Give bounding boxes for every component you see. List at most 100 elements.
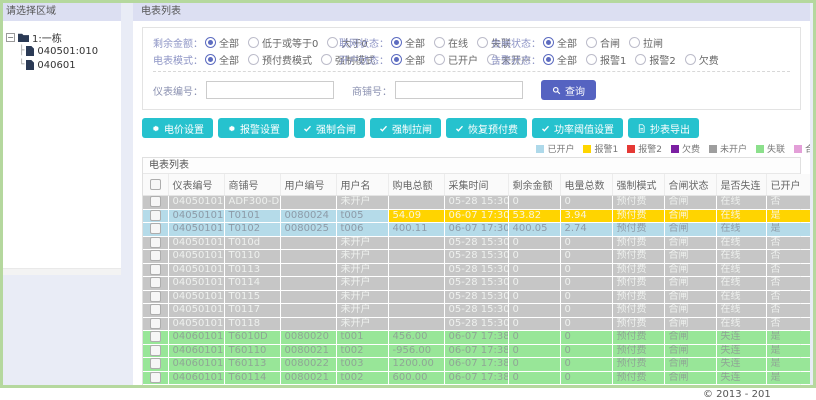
radio-icon[interactable] (327, 37, 339, 48)
row-checkbox[interactable] (149, 371, 161, 383)
radio-option[interactable]: 全部 (543, 35, 577, 50)
radio-option[interactable]: 报警1 (586, 52, 626, 67)
action-button-1[interactable]: 报警设置 (218, 118, 289, 138)
radio-option[interactable]: 全部 (391, 52, 425, 67)
tree-connector: ├ (19, 46, 25, 56)
table-row[interactable]: 0405010118T0118未开户05-28 15:30:0000预付费合闸在… (143, 317, 810, 331)
filter-group-2: 合闸状态： 全部 合闸 拉闸 (491, 35, 672, 50)
radio-selected-icon[interactable] (543, 37, 554, 48)
table-cell: 05-28 15:30:00 (444, 303, 509, 318)
row-checkbox[interactable] (149, 344, 161, 356)
select-all-checkbox[interactable] (149, 178, 161, 190)
radio-option[interactable]: 报警2 (635, 52, 676, 67)
table-cell: 0 (508, 236, 561, 250)
tree-node-root[interactable]: − 1:一栋 (6, 30, 118, 45)
shop-no-input[interactable] (395, 81, 523, 99)
table-row[interactable]: 0405010117T0117未开户05-28 15:30:0000预付费合闸在… (143, 303, 810, 318)
row-checkbox[interactable] (149, 223, 161, 234)
radio-option[interactable]: 欠费 (684, 52, 719, 67)
table-row[interactable]: 0405010102T01020080025t006400.1106-07 17… (143, 222, 810, 237)
radio-option[interactable]: 全部 (543, 52, 577, 67)
table-row[interactable]: 0405010114T0114未开户05-28 15:30:0000预付费合闸在… (143, 276, 810, 291)
row-checkbox[interactable] (149, 304, 161, 315)
query-button-label: 查询 (565, 86, 585, 98)
table-cell: 3.94 (560, 209, 613, 223)
filter-group-label: 电表模式： (153, 56, 203, 67)
radio-option[interactable]: 预付费模式 (248, 52, 312, 67)
legend-label: 合闸 (805, 142, 810, 155)
row-checkbox-cell (143, 209, 169, 223)
row-checkbox[interactable] (149, 317, 161, 329)
radio-option[interactable]: 全部 (391, 35, 425, 50)
table-cell: T0110 (224, 249, 281, 264)
table-row[interactable]: 0405010113T0113未开户05-28 15:30:0000预付费合闸在… (143, 263, 810, 277)
table-cell: 0 (560, 371, 613, 385)
table-cell: T6010D (224, 330, 281, 345)
radio-icon[interactable] (629, 37, 640, 48)
query-button[interactable]: 查询 (541, 80, 596, 100)
table-cell: 预付费 (612, 195, 665, 210)
row-checkbox[interactable] (149, 263, 161, 275)
row-checkbox[interactable] (149, 358, 161, 369)
filter-group-label: 开户状态： (339, 56, 389, 67)
radio-option[interactable]: 低于或等于0 (248, 35, 318, 50)
tree-node-child[interactable]: ├ 040501:010 (6, 44, 118, 58)
table-cell (388, 290, 445, 304)
radio-selected-icon[interactable] (205, 54, 216, 65)
table-row[interactable]: 0406010114T601140080021t002600.0006-07 1… (143, 371, 810, 385)
action-button-2[interactable]: 强制合闸 (294, 118, 365, 138)
radio-icon[interactable] (684, 54, 696, 65)
radio-selected-icon[interactable] (543, 54, 554, 65)
table-cell: 0405010115 (168, 290, 225, 304)
radio-selected-icon[interactable] (391, 37, 402, 48)
radio-icon[interactable] (635, 54, 647, 65)
table-row[interactable]: 0406010115T601150080023t0042444.0006-07 … (143, 384, 810, 385)
row-checkbox[interactable] (149, 290, 161, 302)
radio-icon[interactable] (586, 54, 597, 65)
gear-icon (227, 124, 236, 133)
tree-node-child[interactable]: └ 040601 (6, 58, 118, 72)
radio-icon[interactable] (321, 54, 332, 65)
meter-no-input[interactable] (206, 81, 334, 99)
radio-option[interactable]: 在线 (434, 35, 468, 50)
row-checkbox[interactable] (149, 209, 161, 221)
tree-collapse-icon[interactable]: − (6, 32, 15, 42)
table-row[interactable]: 0405010101T01010080024t00554.0906-07 17:… (143, 209, 810, 223)
table-cell: 否 (766, 290, 810, 304)
radio-icon[interactable] (248, 37, 259, 48)
table-row[interactable]: 0406010110T601100080021t002-956.0006-07 … (143, 344, 810, 358)
radio-icon[interactable] (477, 37, 488, 48)
radio-option[interactable]: 全部 (205, 52, 239, 67)
table-row[interactable]: 0405010115T0115未开户05-28 15:30:0000预付费合闸在… (143, 290, 810, 304)
table-row[interactable]: 040601010DT6010D0080020t001456.0006-07 1… (143, 330, 810, 345)
action-button-4[interactable]: 恢复预付费 (446, 118, 527, 138)
table-row[interactable]: 0406010113T601130080022t0031200.0006-07 … (143, 357, 810, 372)
radio-option[interactable]: 合闸 (586, 35, 620, 50)
table-cell: t003 (336, 357, 389, 372)
radio-option[interactable]: 拉闸 (629, 35, 663, 50)
table-cell: 0080023 (280, 384, 337, 385)
row-checkbox[interactable] (149, 196, 161, 207)
radio-icon[interactable] (586, 37, 597, 48)
row-checkbox[interactable] (149, 331, 161, 342)
action-button-0[interactable]: 电价设置 (142, 118, 213, 138)
radio-option[interactable]: 全部 (205, 35, 239, 50)
table-row[interactable]: 0405010110T0110未开户05-28 15:30:0000预付费合闸在… (143, 249, 810, 264)
action-button-5[interactable]: 功率阈值设置 (532, 118, 623, 138)
select-all-checkbox-cell (143, 174, 169, 196)
action-button-3[interactable]: 强制拉闸 (370, 118, 441, 138)
table-row[interactable]: 0405010116ADF300-D 3未开户05-28 15:30:0000预… (143, 195, 810, 210)
radio-icon[interactable] (248, 54, 259, 65)
row-checkbox[interactable] (149, 277, 161, 288)
table-row[interactable]: 040501010DT010d未开户05-28 15:30:0000预付费合闸在… (143, 236, 810, 250)
radio-option[interactable]: 已开户 (434, 52, 478, 67)
radio-selected-icon[interactable] (205, 37, 216, 48)
row-checkbox[interactable] (149, 250, 161, 261)
row-checkbox-cell (143, 344, 169, 358)
table-cell: 合闸 (664, 276, 717, 291)
radio-icon[interactable] (434, 37, 445, 48)
row-checkbox[interactable] (149, 236, 161, 248)
radio-selected-icon[interactable] (391, 54, 402, 65)
radio-icon[interactable] (434, 54, 445, 65)
action-button-6[interactable]: 抄表导出 (628, 118, 699, 138)
